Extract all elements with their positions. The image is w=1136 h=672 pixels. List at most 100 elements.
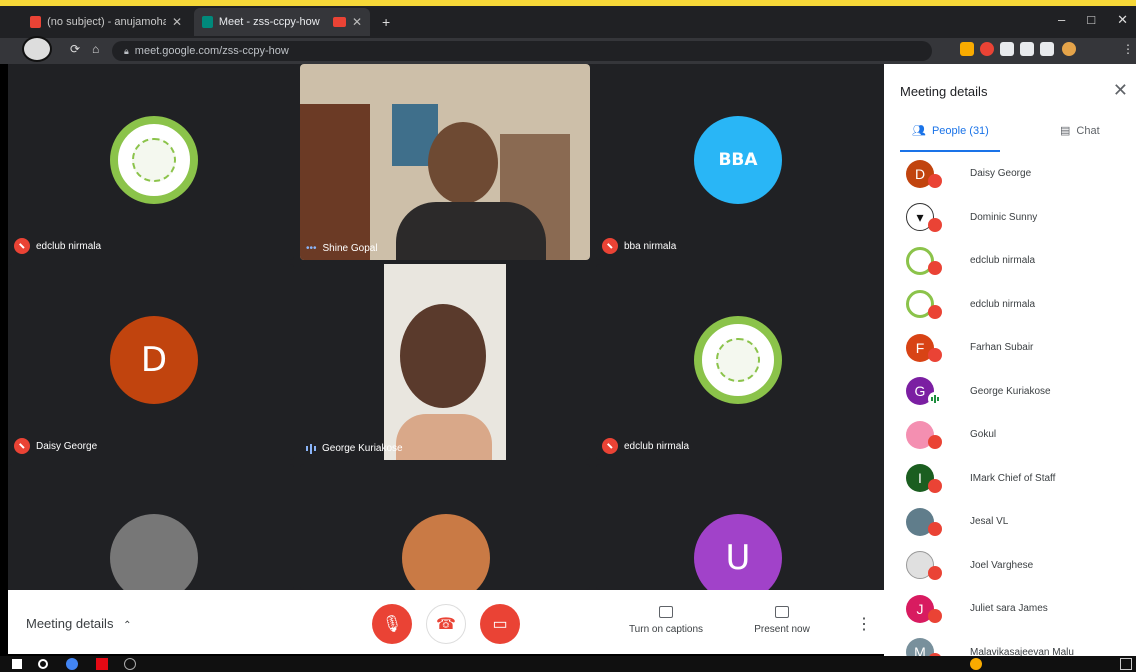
participant-tile[interactable]: edclub nirmala [596,264,884,460]
avatar-text: BBA [718,150,758,170]
chevron-up-icon: ⌃ [123,620,132,631]
tab-chat[interactable]: ▤ Chat [1060,124,1100,138]
participant-name: edclub nirmala [624,440,690,452]
maximize-button[interactable]: □ [1087,12,1095,28]
tab-meet[interactable]: Meet - zss-ccpy-how ✕ [194,8,370,36]
new-tab-button[interactable]: + [374,8,398,36]
person-body [396,414,492,460]
person-body [396,202,546,260]
mic-off-icon [602,438,618,454]
participant-tile[interactable]: ••• Shine Gopal [300,64,590,260]
close-panel-button[interactable]: ✕ [1113,80,1128,101]
participant-name: edclub nirmala [970,298,1036,310]
recording-icon [333,17,346,27]
more-options-button[interactable]: ⋮ [856,614,872,634]
door [300,104,370,260]
pirate-logo-icon [22,36,52,62]
url-bar[interactable]: 🔒︎ meet.google.com/zss-ccpy-how [112,41,932,61]
camera-toggle-button[interactable]: ▭ [480,604,520,644]
close-window-button[interactable]: ✕ [1117,12,1128,28]
tray-icon[interactable] [970,658,982,670]
participant-label: bba nirmala [602,238,676,254]
participant-tile[interactable] [8,464,294,590]
participant-tile[interactable]: BBA bba nirmala [596,64,884,260]
tab-gmail[interactable]: (no subject) - anujamohanan11@ ✕ [22,8,190,36]
tab-label: (no subject) - anujamohanan11@ [47,16,166,28]
minimize-button[interactable]: – [1058,12,1065,28]
notification-icon[interactable] [1120,658,1132,670]
meeting-details-button[interactable]: Meeting details ⌃ [26,616,131,631]
chrome-icon[interactable] [66,658,78,670]
list-item[interactable]: Gokul [884,413,1136,457]
tab-people[interactable]: 👥︎ People (31) [912,124,989,138]
mic-off-icon [928,435,942,449]
participant-tile[interactable]: D Daisy George [8,264,294,460]
avatar-photo [402,514,490,590]
people-list: D Daisy George ▾ Dominic Sunny edclub nirm… [884,152,1136,656]
mic-off-icon [602,238,618,254]
mic-off-icon: 🎙︎ [381,616,403,633]
leave-call-button[interactable]: ☎︎ [426,604,466,644]
list-item[interactable]: M Malavikasajeevan Malu [884,631,1136,656]
list-item[interactable]: F Farhan Subair [884,326,1136,370]
captions-button[interactable]: Turn on captions [626,606,706,635]
mic-off-icon [928,304,942,319]
menu-icon[interactable]: ⋮ [1122,42,1134,56]
mic-toggle-button[interactable]: 🎙︎ [372,604,412,644]
meet-icon [202,16,213,28]
tab-people-label: People (31) [931,124,989,137]
list-item[interactable]: G George Kuriakose [884,370,1136,414]
video-grid: edclub nirmala ••• Shine Gopal BBA bba n… [8,64,884,590]
reload-icon[interactable]: ⟳ [70,42,80,56]
home-icon[interactable]: ⌂ [92,42,99,56]
hang-up-icon: ☎︎ [436,616,456,633]
list-item[interactable]: edclub nirmala [884,283,1136,327]
list-item[interactable]: ▾ Dominic Sunny [884,196,1136,240]
captions-icon [659,606,673,618]
netflix-icon[interactable] [96,658,108,670]
present-button[interactable]: Present now [742,606,822,635]
participant-tile[interactable] [300,464,590,590]
participant-tile[interactable]: George Kuriakose [300,264,590,460]
participant-tile[interactable]: edclub nirmala [8,64,294,260]
participant-label: George Kuriakose [306,443,403,454]
participant-name: bba nirmala [624,240,677,252]
tab-chat-label: Chat [1076,124,1100,137]
close-tab-icon[interactable]: ✕ [172,15,182,29]
close-tab-icon[interactable]: ✕ [352,15,362,29]
list-item[interactable]: Joel Varghese [884,544,1136,588]
app-icon[interactable] [124,658,136,670]
list-item[interactable]: edclub nirmala [884,239,1136,283]
captions-label: Turn on captions [628,624,704,635]
list-item[interactable]: Jesal VL [884,500,1136,544]
extension-icon[interactable] [1000,42,1014,56]
list-item[interactable]: J Juliet sara James [884,587,1136,631]
camera-off-icon: ▭ [492,616,508,633]
avatar-text: D [140,340,168,380]
participant-label: Daisy George [14,438,97,454]
participant-name: Farhan Subair [970,342,1034,354]
participant-name: Joel Varghese [970,559,1034,571]
participant-name: George Kuriakose [970,385,1051,397]
participant-tile[interactable]: U [596,464,884,590]
extension-icon[interactable] [960,42,974,56]
participant-label: edclub nirmala [602,438,689,454]
windows-start-icon[interactable] [12,659,22,669]
list-item[interactable]: I IMark Chief of Staff [884,457,1136,501]
profile-avatar[interactable] [1062,42,1076,56]
list-item[interactable]: D Daisy George [884,152,1136,196]
mic-off-icon [928,609,942,623]
participant-label: ••• Shine Gopal [306,243,378,254]
puzzle-icon[interactable] [1040,42,1054,56]
participant-name: Gokul [970,429,997,441]
more-icon: ••• [306,243,317,254]
mic-off-icon [928,348,942,362]
edclub-logo [110,116,198,204]
person-head [428,122,498,204]
extension-icon[interactable] [1020,42,1034,56]
mic-off-icon [928,217,942,232]
avatar: D [110,316,198,404]
extension-icon[interactable] [980,42,994,56]
search-icon[interactable] [38,659,48,669]
avatar: M [906,638,934,656]
